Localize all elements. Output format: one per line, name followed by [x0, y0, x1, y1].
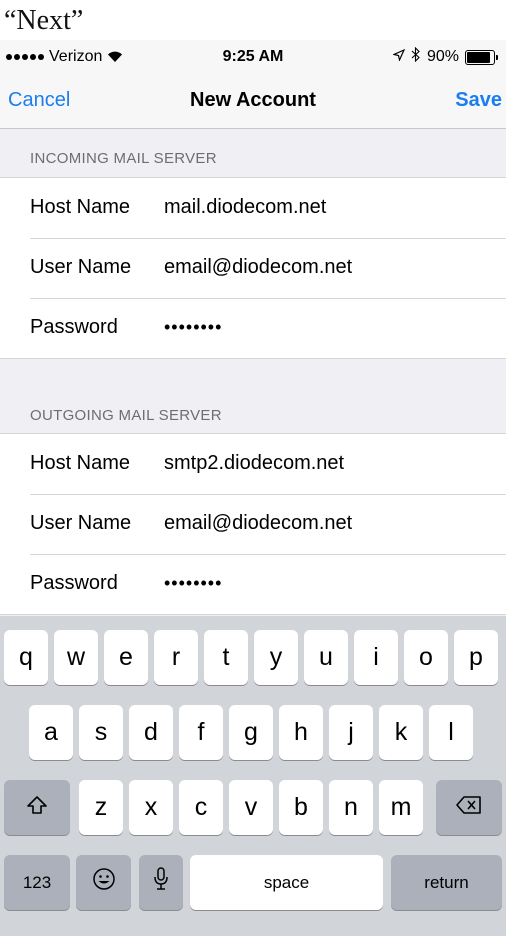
incoming-header-label: INCOMING MAIL SERVER [30, 150, 217, 167]
key-h[interactable]: h [279, 705, 323, 760]
battery-icon [465, 49, 498, 65]
phone-screen: Verizon 9:25 AM 90% Cancel New Account S… [0, 40, 506, 936]
incoming-host-field[interactable]: mail.diodecom.net [164, 196, 326, 219]
caption: “Next” [4, 5, 84, 36]
outgoing-password-row[interactable]: Password •••••••• [0, 554, 506, 614]
outgoing-host-label: Host Name [30, 452, 131, 474]
save-button[interactable]: Save [455, 89, 502, 112]
key-a[interactable]: a [29, 705, 73, 760]
bluetooth-icon [411, 46, 421, 67]
key-w[interactable]: w [54, 630, 98, 685]
incoming-server-group: Host Name mail.diodecom.net User Name em… [0, 177, 506, 359]
key-k[interactable]: k [379, 705, 423, 760]
key-t[interactable]: t [204, 630, 248, 685]
key-c[interactable]: c [179, 780, 223, 835]
key-q[interactable]: q [4, 630, 48, 685]
outgoing-header-label: OUTGOING MAIL SERVER [30, 407, 222, 424]
shift-key[interactable] [4, 780, 70, 835]
key-m[interactable]: m [379, 780, 423, 835]
key-p[interactable]: p [454, 630, 498, 685]
location-arrow-icon [392, 48, 406, 66]
keyboard: q w e r t y u i o p a s d f g h j k l z … [0, 616, 506, 936]
incoming-user-row[interactable]: User Name email@diodecom.net [0, 238, 506, 298]
incoming-host-label: Host Name [30, 196, 131, 218]
key-i[interactable]: i [354, 630, 398, 685]
page-title: New Account [190, 89, 316, 111]
key-e[interactable]: e [104, 630, 148, 685]
key-o[interactable]: o [404, 630, 448, 685]
status-bar: Verizon 9:25 AM 90% [0, 40, 506, 74]
key-x[interactable]: x [129, 780, 173, 835]
key-y[interactable]: y [254, 630, 298, 685]
numbers-key[interactable]: 123 [4, 855, 70, 910]
key-z[interactable]: z [79, 780, 123, 835]
incoming-password-row[interactable]: Password •••••••• [0, 298, 506, 358]
incoming-host-row[interactable]: Host Name mail.diodecom.net [0, 178, 506, 238]
battery-percent: 90% [426, 48, 459, 65]
key-s[interactable]: s [79, 705, 123, 760]
outgoing-user-field[interactable]: email@diodecom.net [164, 512, 352, 535]
key-b[interactable]: b [279, 780, 323, 835]
key-j[interactable]: j [329, 705, 373, 760]
status-right: 90% [392, 46, 498, 67]
incoming-password-field[interactable]: •••••••• [164, 317, 222, 338]
incoming-user-label: User Name [30, 256, 132, 278]
emoji-icon [92, 867, 116, 898]
incoming-section-header: INCOMING MAIL SERVER [0, 129, 506, 177]
outgoing-password-label: Password [30, 572, 118, 594]
key-v[interactable]: v [229, 780, 273, 835]
incoming-password-label: Password [30, 316, 118, 338]
key-u[interactable]: u [304, 630, 348, 685]
delete-icon [456, 793, 482, 822]
outgoing-user-row[interactable]: User Name email@diodecom.net [0, 494, 506, 554]
outgoing-server-group: Host Name smtp2.diodecom.net User Name e… [0, 433, 506, 615]
key-f[interactable]: f [179, 705, 223, 760]
outgoing-host-field[interactable]: smtp2.diodecom.net [164, 452, 344, 475]
delete-key[interactable] [436, 780, 502, 835]
space-key[interactable]: space [190, 855, 383, 910]
shift-icon [26, 793, 48, 822]
outgoing-host-row[interactable]: Host Name smtp2.diodecom.net [0, 434, 506, 494]
outgoing-user-label: User Name [30, 512, 132, 534]
key-n[interactable]: n [329, 780, 373, 835]
emoji-key[interactable] [76, 855, 131, 910]
navigation-bar: Cancel New Account Save [0, 74, 506, 129]
outgoing-password-field[interactable]: •••••••• [164, 573, 222, 594]
key-d[interactable]: d [129, 705, 173, 760]
incoming-user-field[interactable]: email@diodecom.net [164, 256, 352, 279]
return-key[interactable]: return [391, 855, 502, 910]
outgoing-section-header: OUTGOING MAIL SERVER [0, 386, 506, 434]
microphone-key[interactable] [139, 855, 183, 910]
key-r[interactable]: r [154, 630, 198, 685]
key-l[interactable]: l [429, 705, 473, 760]
key-g[interactable]: g [229, 705, 273, 760]
microphone-icon [153, 866, 169, 899]
